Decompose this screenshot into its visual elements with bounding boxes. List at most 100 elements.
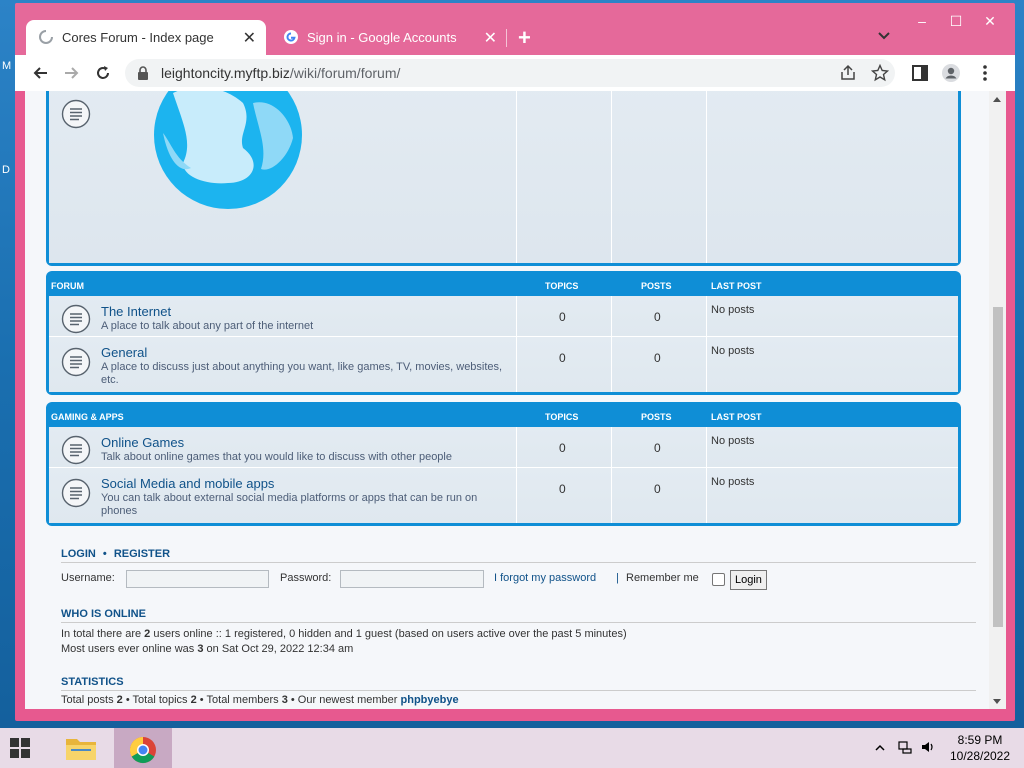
column-separator xyxy=(706,468,707,523)
menu-kebab-icon[interactable] xyxy=(975,63,995,83)
topics-count: 0 xyxy=(559,441,566,455)
show-hidden-icons-chevron-icon[interactable] xyxy=(875,744,885,752)
forum-title-link[interactable]: Social Media and mobile apps xyxy=(101,476,274,491)
login-header: LOGIN • REGISTER xyxy=(61,548,170,560)
forum-title-link[interactable]: Online Games xyxy=(101,435,184,450)
last-post: No posts xyxy=(711,435,755,447)
divider xyxy=(61,690,976,691)
taskbar-chrome[interactable] xyxy=(114,728,172,768)
statistics-title: STATISTICS xyxy=(61,676,124,688)
browser-window: – ☐ ✕ Cores Forum - Index page ✕ Sign in… xyxy=(15,3,1015,721)
forum-read-icon[interactable] xyxy=(61,435,91,465)
forum-read-icon[interactable] xyxy=(61,304,91,334)
desktop-icon-label: D xyxy=(2,164,10,176)
forward-icon[interactable] xyxy=(61,63,81,83)
forgot-password-link[interactable]: I forgot my password xyxy=(494,572,596,584)
pipe-separator: | xyxy=(616,572,619,584)
back-icon[interactable] xyxy=(31,63,51,83)
forum-category-gaming-apps: GAMING & APPS TOPICS POSTS LAST POST Onl… xyxy=(46,402,961,526)
address-bar[interactable]: leightoncity.myftp.biz/wiki/forum/forum/ xyxy=(125,59,895,87)
topics-col-header: TOPICS xyxy=(545,412,579,422)
forum-description: Talk about online games that you would l… xyxy=(101,451,452,463)
column-separator xyxy=(611,337,612,392)
username-input[interactable] xyxy=(126,570,269,588)
divider xyxy=(61,562,976,563)
topics-count: 0 xyxy=(559,310,566,324)
forum-category-forum: FORUM TOPICS POSTS LAST POST The Interne… xyxy=(46,271,961,395)
posts-count: 0 xyxy=(654,310,661,324)
reload-icon[interactable] xyxy=(93,63,113,83)
lastpost-col-header: LAST POST xyxy=(711,412,762,422)
forum-read-icon[interactable] xyxy=(61,347,91,377)
system-clock[interactable]: 8:59 PM 10/28/2022 xyxy=(944,732,1016,764)
tab-cores-forum[interactable]: Cores Forum - Index page ✕ xyxy=(26,20,266,56)
column-separator xyxy=(611,468,612,523)
remember-me-checkbox[interactable] xyxy=(712,573,725,586)
category-title[interactable]: GAMING & APPS xyxy=(51,412,124,422)
maximize-button[interactable]: ☐ xyxy=(939,11,973,31)
column-separator xyxy=(516,427,517,467)
column-separator xyxy=(611,296,612,336)
windows-start-icon[interactable] xyxy=(10,738,30,758)
minimize-button[interactable]: – xyxy=(905,11,939,31)
taskbar-file-explorer[interactable] xyxy=(52,728,110,768)
forum-read-icon[interactable] xyxy=(61,478,91,508)
column-separator xyxy=(516,296,517,336)
close-window-button[interactable]: ✕ xyxy=(973,11,1007,31)
forum-description: You can talk about external social media… xyxy=(101,492,478,517)
separator-dot: • xyxy=(102,548,107,560)
page-viewport: FORUM TOPICS POSTS LAST POST The Interne… xyxy=(25,91,1006,709)
divider xyxy=(61,622,976,623)
desktop-icon-label: M xyxy=(2,60,12,72)
side-panel-icon[interactable] xyxy=(910,63,930,83)
login-link[interactable]: LOGIN xyxy=(61,548,96,560)
last-post: No posts xyxy=(711,345,755,357)
forum-title-link[interactable]: The Internet xyxy=(101,304,171,319)
forum-read-icon[interactable] xyxy=(61,99,91,129)
tab-title: Cores Forum - Index page xyxy=(62,30,214,45)
chrome-icon xyxy=(129,736,156,764)
who-is-online-title[interactable]: WHO IS ONLINE xyxy=(61,608,146,620)
new-tab-button[interactable]: + xyxy=(518,25,531,51)
forum-row: The Internet A place to talk about any p… xyxy=(49,296,958,337)
scroll-down-arrow-icon[interactable] xyxy=(993,699,1001,704)
vertical-scrollbar[interactable] xyxy=(989,91,1006,709)
register-link[interactable]: REGISTER xyxy=(114,548,170,560)
posts-col-header: POSTS xyxy=(641,412,672,422)
close-tab-icon[interactable]: ✕ xyxy=(243,28,256,48)
category-title[interactable]: FORUM xyxy=(51,281,84,291)
posts-count: 0 xyxy=(654,351,661,365)
close-tab-icon[interactable]: ✕ xyxy=(484,28,497,48)
column-separator xyxy=(706,427,707,467)
topics-count: 0 xyxy=(559,482,566,496)
category-row-partial xyxy=(49,91,958,263)
share-icon[interactable] xyxy=(839,64,857,82)
newest-member-link[interactable]: phpbyebye xyxy=(401,694,459,706)
column-separator xyxy=(706,337,707,392)
volume-icon[interactable] xyxy=(921,740,935,754)
lock-icon[interactable] xyxy=(137,66,149,80)
google-icon xyxy=(284,30,298,44)
network-icon[interactable] xyxy=(898,740,912,754)
password-input[interactable] xyxy=(340,570,484,588)
column-separator xyxy=(516,468,517,523)
scroll-up-arrow-icon[interactable] xyxy=(993,97,1001,102)
column-separator xyxy=(611,91,612,263)
category-box-partial xyxy=(46,91,961,266)
online-users-text: In total there are 2 users online :: 1 r… xyxy=(61,628,627,640)
taskbar: 8:59 PM 10/28/2022 xyxy=(0,728,1024,768)
posts-count: 0 xyxy=(654,441,661,455)
remember-me-label: Remember me xyxy=(626,572,699,584)
folder-icon xyxy=(66,739,96,760)
forum-description: A place to discuss just about anything y… xyxy=(101,361,503,386)
category-header: FORUM TOPICS POSTS LAST POST xyxy=(49,274,958,296)
profile-avatar-icon[interactable] xyxy=(941,63,961,83)
tab-search-chevron-icon[interactable] xyxy=(877,29,891,43)
tab-google-sign-in[interactable]: Sign in - Google Accounts ✕ xyxy=(271,20,507,56)
bookmark-star-icon[interactable] xyxy=(871,64,889,82)
forum-title-link[interactable]: General xyxy=(101,345,147,360)
scrollbar-thumb[interactable] xyxy=(993,307,1003,627)
login-button[interactable]: Login xyxy=(730,570,767,590)
column-separator xyxy=(706,296,707,336)
column-separator xyxy=(516,337,517,392)
